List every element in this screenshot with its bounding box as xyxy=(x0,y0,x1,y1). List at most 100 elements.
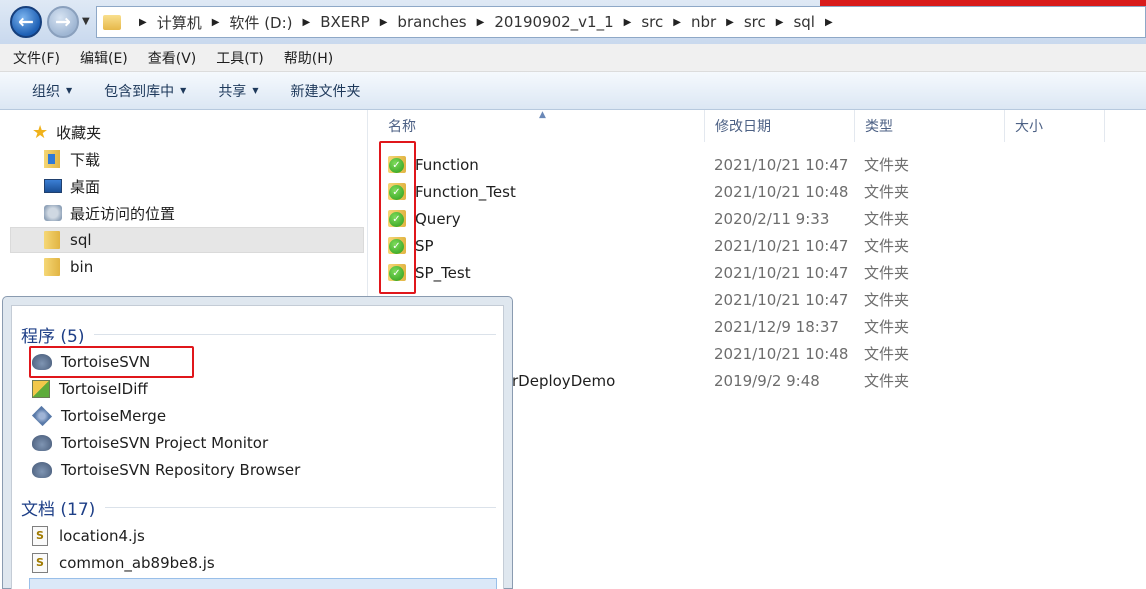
file-name: Function xyxy=(415,155,479,174)
chevron-right-icon[interactable]: ▶ xyxy=(624,17,632,28)
nav-favorites-label: 收藏夹 xyxy=(56,123,102,142)
table-row[interactable]: Function 2021/10/21 10:47 文件夹 xyxy=(369,151,1146,178)
document-item-selected[interactable] xyxy=(29,578,497,589)
file-date: 2021/10/21 10:47 xyxy=(714,290,849,309)
table-row[interactable]: SP_Test 2021/10/21 10:47 文件夹 xyxy=(369,259,1146,286)
chevron-down-icon: ▼ xyxy=(66,86,73,95)
new-folder-button[interactable]: 新建文件夹 xyxy=(290,81,360,101)
chevron-right-icon[interactable]: ▶ xyxy=(825,17,833,28)
file-name: Function_Test xyxy=(415,182,516,201)
nav-sql[interactable]: sql xyxy=(10,227,364,253)
column-header-type[interactable]: 类型 xyxy=(855,110,1005,142)
menu-view[interactable]: 查看(V) xyxy=(135,48,204,68)
document-item[interactable]: S location4.js xyxy=(32,523,498,549)
chevron-right-icon[interactable]: ▶ xyxy=(380,17,388,28)
recent-places-icon xyxy=(44,205,62,221)
forward-button[interactable]: → xyxy=(47,6,79,38)
menu-help[interactable]: 帮助(H) xyxy=(271,48,340,68)
chevron-right-icon[interactable]: ▶ xyxy=(673,17,681,28)
document-label: common_ab89be8.js xyxy=(59,554,215,572)
crumb-bxerp[interactable]: BXERP xyxy=(320,13,370,31)
program-tortoiseidiff[interactable]: TortoiseIDiff xyxy=(32,376,498,402)
documents-group-label: 文档 (17) xyxy=(21,500,96,520)
crumb-sql[interactable]: sql xyxy=(793,13,815,31)
back-button[interactable]: ← xyxy=(10,6,42,38)
chevron-right-icon[interactable]: ▶ xyxy=(776,17,784,28)
file-type: 文件夹 xyxy=(864,372,910,390)
programs-group-label: 程序 (5) xyxy=(21,327,85,347)
include-in-library-label: 包含到库中 xyxy=(104,83,175,100)
file-date: 2020/2/11 9:33 xyxy=(714,209,830,228)
organize-button[interactable]: 组织 ▼ xyxy=(32,81,72,101)
column-header-name[interactable]: 名称 xyxy=(378,110,705,142)
nav-bin[interactable]: bin xyxy=(44,254,93,280)
nav-desktop[interactable]: 桌面 xyxy=(44,173,100,199)
nav-recent[interactable]: 最近访问的位置 xyxy=(44,200,175,226)
menu-file[interactable]: 文件(F) xyxy=(0,48,67,68)
nav-recent-label: 最近访问的位置 xyxy=(70,204,176,223)
chevron-right-icon[interactable]: ▶ xyxy=(477,17,485,28)
desktop-icon xyxy=(44,179,62,193)
divider xyxy=(94,334,496,335)
crumb-src-2[interactable]: src xyxy=(744,13,766,31)
chevron-right-icon[interactable]: ▶ xyxy=(726,17,734,28)
organize-label: 组织 xyxy=(32,83,60,100)
documents-group-header[interactable]: 文档 (17) xyxy=(21,495,496,520)
file-type: 文件夹 xyxy=(864,210,910,228)
chevron-right-icon[interactable]: ▶ xyxy=(139,17,147,28)
tortoise-icon xyxy=(32,462,52,478)
nav-desktop-label: 桌面 xyxy=(70,177,101,196)
crumb-version[interactable]: 20190902_v1_1 xyxy=(494,13,613,31)
folder-icon xyxy=(44,258,60,276)
program-tortoisesvn-project-monitor[interactable]: TortoiseSVN Project Monitor xyxy=(32,430,498,456)
breadcrumb[interactable]: ▶ 计算机 ▶ 软件 (D:) ▶ BXERP ▶ branches ▶ 201… xyxy=(96,6,1146,38)
chevron-down-icon: ▼ xyxy=(180,86,187,95)
table-row[interactable]: Query 2020/2/11 9:33 文件夹 xyxy=(369,205,1146,232)
programs-group-header[interactable]: 程序 (5) xyxy=(21,322,496,347)
new-folder-label: 新建文件夹 xyxy=(290,83,361,100)
chevron-down-icon: ▼ xyxy=(252,86,259,95)
program-tortoisemerge[interactable]: TortoiseMerge xyxy=(31,403,498,429)
annotation-highlight-box xyxy=(29,346,194,378)
forward-arrow-icon: → xyxy=(55,11,71,33)
program-label: TortoiseSVN Repository Browser xyxy=(61,461,301,479)
file-date: 2021/12/9 18:37 xyxy=(714,317,839,336)
nav-favorites[interactable]: ★ 收藏夹 xyxy=(32,119,101,145)
js-file-icon: S xyxy=(32,526,48,546)
command-toolbar: 组织 ▼ 包含到库中 ▼ 共享 ▼ 新建文件夹 xyxy=(0,72,1146,110)
column-header-modified[interactable]: 修改日期 xyxy=(705,110,855,142)
file-date: 2021/10/21 10:48 xyxy=(714,182,849,201)
document-label: location4.js xyxy=(59,527,145,545)
nav-bin-label: bin xyxy=(70,258,94,276)
menu-tools[interactable]: 工具(T) xyxy=(203,48,270,68)
crumb-drive[interactable]: 软件 (D:) xyxy=(229,12,292,33)
crumb-branches[interactable]: branches xyxy=(397,13,466,31)
crumb-src[interactable]: src xyxy=(641,13,663,31)
file-type: 文件夹 xyxy=(864,318,910,336)
crumb-nbr[interactable]: nbr xyxy=(691,13,716,31)
column-header-size[interactable]: 大小 xyxy=(1005,110,1105,142)
chevron-right-icon[interactable]: ▶ xyxy=(303,17,311,28)
file-type: 文件夹 xyxy=(864,345,910,363)
menu-edit[interactable]: 编辑(E) xyxy=(67,48,135,68)
table-row[interactable]: Function_Test 2021/10/21 10:48 文件夹 xyxy=(369,178,1146,205)
file-name: SP_Test xyxy=(415,263,471,282)
file-type: 文件夹 xyxy=(864,291,910,309)
divider xyxy=(105,507,496,508)
history-dropdown-icon[interactable]: ▼ xyxy=(82,16,90,27)
folder-icon xyxy=(44,231,60,249)
column-header-type-label: 类型 xyxy=(865,119,893,135)
start-search-results-popup: 程序 (5) TortoiseSVN TortoiseIDiff Tortois… xyxy=(2,296,513,589)
nav-downloads-label: 下载 xyxy=(70,150,101,169)
crumb-computer[interactable]: 计算机 xyxy=(157,12,202,33)
folder-icon xyxy=(103,14,121,30)
nav-downloads[interactable]: 下载 xyxy=(44,146,100,172)
include-in-library-button[interactable]: 包含到库中 ▼ xyxy=(104,81,186,101)
file-type: 文件夹 xyxy=(864,264,910,282)
file-date: 2021/10/21 10:47 xyxy=(714,263,849,282)
program-tortoisesvn-repository-browser[interactable]: TortoiseSVN Repository Browser xyxy=(32,457,498,483)
table-row[interactable]: SP 2021/10/21 10:47 文件夹 xyxy=(369,232,1146,259)
chevron-right-icon[interactable]: ▶ xyxy=(212,17,220,28)
share-button[interactable]: 共享 ▼ xyxy=(218,81,258,101)
document-item[interactable]: S common_ab89be8.js xyxy=(32,550,498,576)
